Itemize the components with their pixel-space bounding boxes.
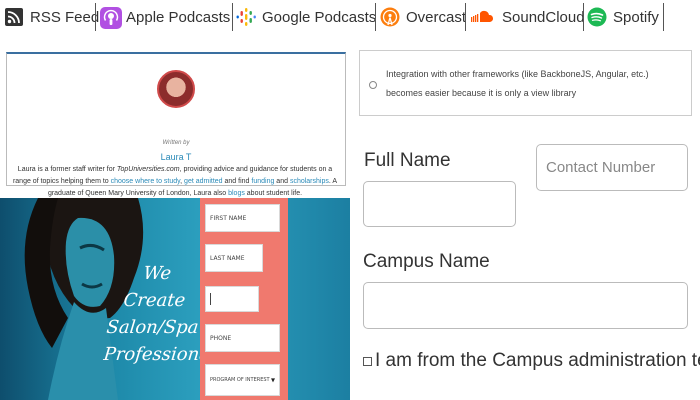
podcast-bar: RSS Feed Apple Podcasts Google Podcasts … [0,0,700,34]
divider [232,3,233,31]
phone-input[interactable]: PHONE [205,324,280,352]
program-of-interest-select[interactable]: PROGRAM OF INTEREST ▾ [205,364,280,396]
campus-name-label: Campus Name [363,251,490,272]
first-name-input[interactable]: FIRST NAME [205,204,280,232]
apple-podcasts-link[interactable]: Apple Podcasts [100,0,230,34]
bio-text: Laura is a former staff writer for [17,166,117,173]
rss-feed-label: RSS Feed [30,8,100,26]
library-option-card[interactable]: Integration with other frameworks (like … [359,50,692,116]
full-name-label: Full Name [364,150,451,171]
overcast-icon [380,7,400,27]
author-bio: Laura is a former staff writer for TopUn… [12,164,338,200]
google-podcasts-label: Google Podcasts [262,8,377,26]
spotify-icon [587,7,607,27]
headline-line: We Create [122,263,187,311]
scholarships-link[interactable]: scholarships [290,178,329,185]
divider [465,3,466,31]
program-select-label: PROGRAM OF INTEREST [210,377,270,383]
written-by-label: Written by [162,140,190,146]
divider [375,3,376,31]
promo-headline: We Create Salon/Spa Professionals [102,260,227,368]
apple-podcasts-icon [100,7,122,29]
rss-icon [4,7,24,27]
get-admitted-link[interactable]: get admitted [184,178,223,185]
campus-admin-checkbox[interactable] [363,356,372,366]
soundcloud-label: SoundCloud [502,8,585,26]
bio-text: and find [222,178,252,185]
salon-spa-promo: We Create Salon/Spa Professionals FIRST … [0,198,350,400]
contact-number-input[interactable] [536,144,688,191]
apple-podcasts-label: Apple Podcasts [126,8,231,26]
last-name-input[interactable]: LAST NAME [205,244,263,272]
campus-name-input[interactable] [363,282,688,329]
full-name-input[interactable] [363,181,516,227]
overcast-label: Overcast [406,8,467,26]
caret-down-icon: ▾ [270,375,275,385]
spotify-label: Spotify [613,8,659,26]
headline-line: Professionals [102,344,227,365]
soundcloud-link[interactable]: SoundCloud [470,0,585,34]
divider [663,3,664,31]
google-podcasts-icon [236,7,256,27]
google-podcasts-link[interactable]: Google Podcasts [236,0,376,34]
spotify-link[interactable]: Spotify [587,0,659,34]
choose-where-to-study-link[interactable]: choose where to study [111,178,181,185]
email-input[interactable] [205,286,259,312]
rss-feed-link[interactable]: RSS Feed [4,0,99,34]
bio-text: about student life. [244,190,303,197]
divider [583,3,584,31]
funding-link[interactable]: funding [251,178,274,185]
avatar [157,70,195,108]
option-text: Integration with other frameworks (like … [386,69,649,98]
campus-admin-checkbox-row[interactable]: I am from the Campus administration team [363,350,700,372]
author-name-link[interactable]: Laura T [6,152,346,162]
bio-text: and [274,178,290,185]
option-radio[interactable] [369,81,377,89]
promo-lead-form: FIRST NAME LAST NAME PHONE PROGRAM OF IN… [200,198,288,400]
soundcloud-icon [470,7,496,27]
bio-site-name: TopUniversities.com [116,166,180,173]
campus-admin-checkbox-label[interactable]: I am from the Campus administration team [375,350,700,372]
headline-line: Salon/Spa [105,317,200,338]
overcast-link[interactable]: Overcast [380,0,466,34]
text-cursor [210,293,211,305]
blogs-link[interactable]: blogs [228,190,245,197]
divider [95,3,96,31]
